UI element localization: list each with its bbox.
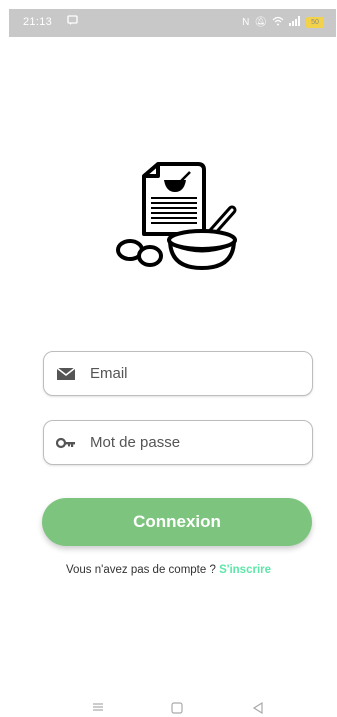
password-field[interactable] — [43, 420, 313, 465]
status-bar: 21:13 N 🔕︎ 50 — [9, 9, 336, 37]
battery-icon: 50 — [306, 17, 324, 28]
nfc-icon: N — [242, 17, 250, 28]
menu-icon[interactable] — [92, 702, 104, 714]
notification-icon — [67, 15, 78, 29]
email-input[interactable] — [88, 352, 302, 395]
wifi-icon — [272, 16, 284, 29]
key-icon — [56, 437, 75, 449]
mute-icon: 🔕︎ — [254, 17, 267, 28]
email-field[interactable] — [43, 351, 313, 396]
signup-link[interactable]: S'inscrire — [219, 564, 271, 576]
signal-icon — [289, 16, 301, 29]
home-icon[interactable] — [171, 702, 183, 716]
signup-prompt: Vous n'avez pas de compte ? — [65, 564, 216, 576]
status-icons: N 🔕︎ 50 — [242, 16, 324, 29]
login-button[interactable]: Connexion — [42, 498, 312, 546]
password-input[interactable] — [88, 421, 302, 464]
back-icon[interactable] — [252, 701, 264, 716]
system-nav-bar — [0, 700, 337, 717]
status-time: 21:13 — [23, 16, 53, 28]
envelope-icon — [56, 367, 76, 380]
recipe-bowl-logo-icon — [116, 162, 237, 270]
signup-row: Vous n'avez pas de compte ? S'inscrire — [0, 564, 337, 576]
